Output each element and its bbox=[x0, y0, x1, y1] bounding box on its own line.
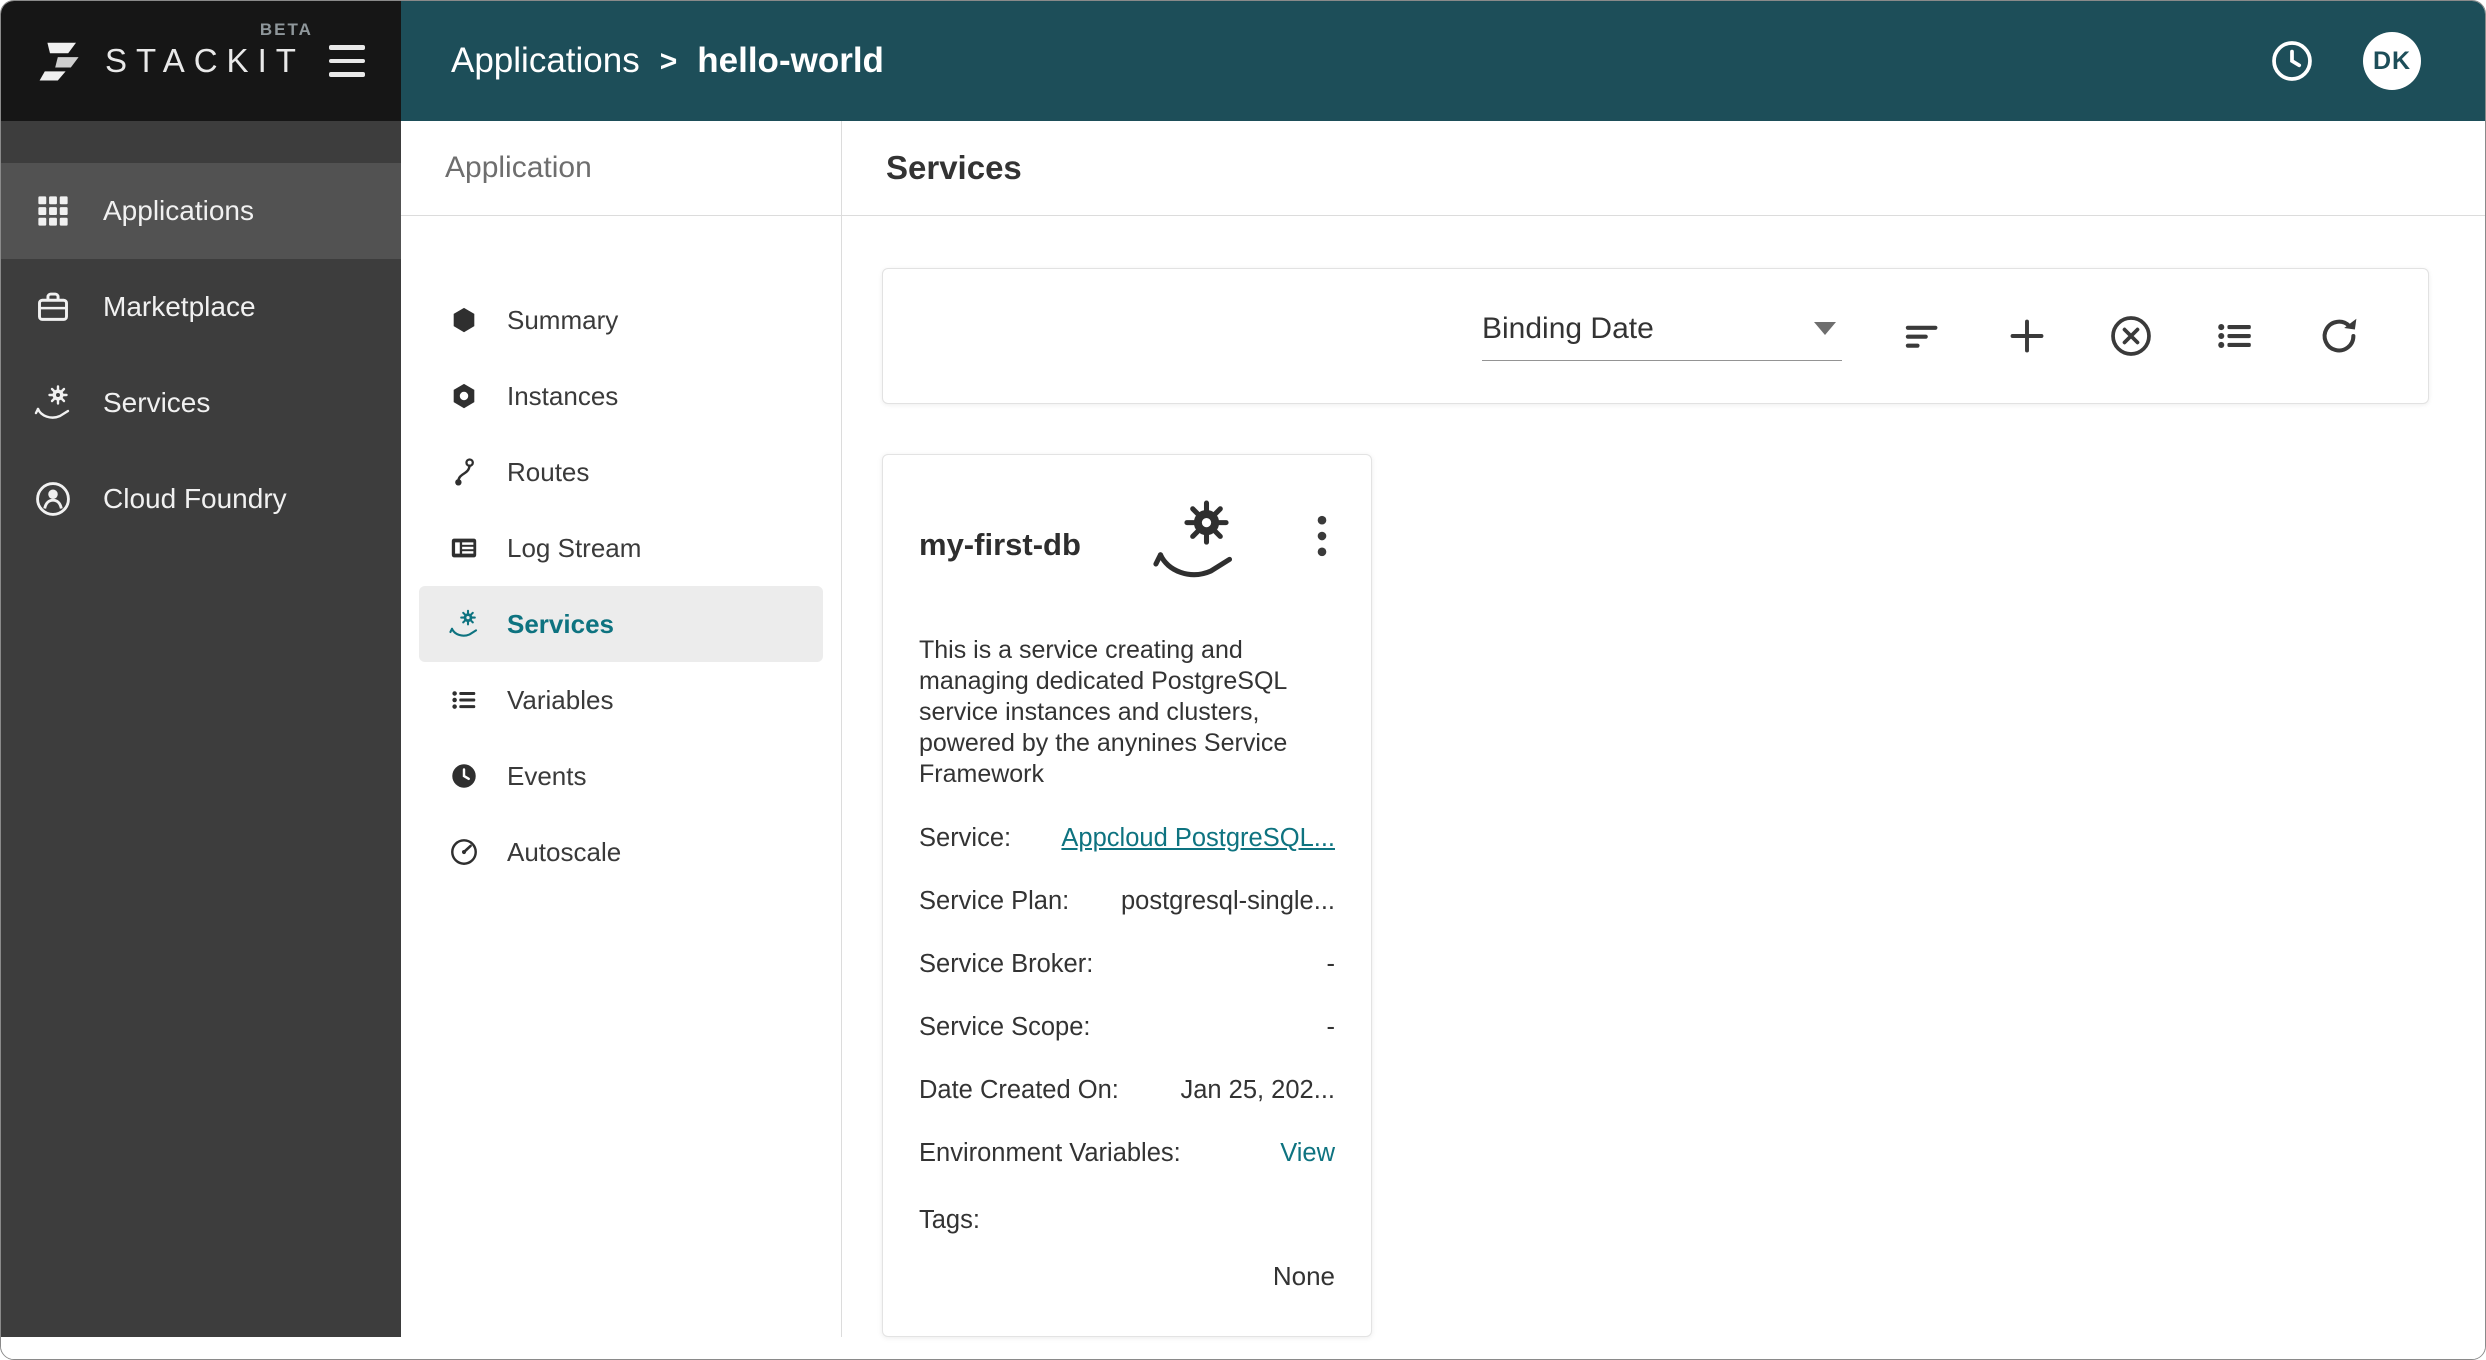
field-value: - bbox=[1326, 1013, 1336, 1041]
field-row-service-scope: Service Scope: - bbox=[919, 1013, 1335, 1042]
list-view-icon[interactable] bbox=[2212, 313, 2258, 359]
cloud-foundry-icon bbox=[33, 480, 73, 518]
field-label: Tags: bbox=[919, 1206, 980, 1234]
field-row-service: Service: Appcloud PostgreSQL... bbox=[919, 824, 1335, 853]
breadcrumb-current: hello-world bbox=[697, 41, 884, 80]
sidebar-item-label: Applications bbox=[103, 195, 254, 226]
breadcrumb-section[interactable]: Applications bbox=[451, 41, 640, 81]
field-row-tags: Tags: None bbox=[919, 1206, 1335, 1292]
subnav-item-label: Variables bbox=[507, 684, 614, 715]
field-label: Service Plan: bbox=[919, 887, 1070, 915]
chevron-right-icon: > bbox=[659, 45, 678, 78]
sidebar-item-label: Cloud Foundry bbox=[103, 483, 287, 514]
sidebar-item-marketplace[interactable]: Marketplace bbox=[1, 259, 401, 355]
subnav-item-label: Autoscale bbox=[507, 836, 622, 867]
view-env-variables-link[interactable]: View bbox=[1280, 1139, 1335, 1168]
sidebar-item-applications[interactable]: Applications bbox=[1, 163, 401, 259]
service-offering-link[interactable]: Appcloud PostgreSQL... bbox=[1061, 824, 1335, 853]
subnav-item-label: Services bbox=[507, 608, 614, 639]
sort-by-select[interactable]: Binding Date bbox=[1482, 312, 1842, 361]
route-icon bbox=[447, 457, 481, 487]
history-clock-icon[interactable] bbox=[2269, 38, 2315, 84]
subnav-item-label: Instances bbox=[507, 380, 619, 411]
sort-lines-icon[interactable] bbox=[1900, 313, 1946, 359]
main-panel: Services Binding Date my-first-db This i… bbox=[842, 121, 2485, 1337]
subnav-item-events[interactable]: Events bbox=[419, 738, 823, 814]
chevron-down-icon bbox=[1814, 322, 1836, 335]
field-row-date-created: Date Created On: Jan 25, 202... bbox=[919, 1076, 1335, 1105]
subnav-item-label: Routes bbox=[507, 456, 590, 487]
app-window: STACKIT BETA Applications > hello-world bbox=[0, 0, 2486, 1360]
subnav-item-label: Log Stream bbox=[507, 532, 642, 563]
hexagon-dot-icon bbox=[447, 381, 481, 411]
brand-name: STACKIT bbox=[105, 42, 305, 79]
field-label: Service Scope: bbox=[919, 1013, 1091, 1041]
body-row: Applications Marketplace Services Cloud … bbox=[1, 121, 2485, 1359]
subnav-item-variables[interactable]: Variables bbox=[419, 662, 823, 738]
service-description: This is a service creating and managing … bbox=[919, 636, 1288, 788]
service-hand-gear-icon bbox=[447, 608, 481, 640]
subnav-item-instances[interactable]: Instances bbox=[419, 358, 823, 434]
stackit-logo-glyph-icon bbox=[37, 35, 89, 87]
field-label: Date Created On: bbox=[919, 1076, 1119, 1104]
service-card-my-first-db[interactable]: my-first-db This is a service creating a… bbox=[882, 454, 1372, 1337]
user-avatar[interactable]: DK bbox=[2363, 32, 2421, 90]
plus-icon[interactable] bbox=[2004, 313, 2050, 359]
top-bar: STACKIT BETA Applications > hello-world bbox=[1, 1, 2485, 121]
application-subnav: Application Summary Instances Routes Log… bbox=[401, 121, 842, 1337]
sidebar-item-label: Services bbox=[103, 387, 211, 418]
log-card-icon bbox=[447, 533, 481, 563]
subnav-item-routes[interactable]: Routes bbox=[419, 434, 823, 510]
list-bullets-icon bbox=[447, 685, 481, 715]
sidebar-item-services[interactable]: Services bbox=[1, 355, 401, 451]
field-value: postgresql-single... bbox=[1120, 887, 1335, 915]
page-title: Services bbox=[842, 121, 2485, 216]
clock-icon bbox=[447, 761, 481, 791]
service-hand-gear-icon bbox=[33, 383, 73, 423]
tags-value: None bbox=[1272, 1261, 1335, 1291]
sidebar-item-label: Marketplace bbox=[103, 291, 256, 322]
hexagon-icon bbox=[447, 305, 481, 335]
subnav-item-label: Summary bbox=[507, 304, 619, 335]
services-toolbar: Binding Date bbox=[882, 268, 2429, 404]
subnav-item-services[interactable]: Services bbox=[419, 586, 823, 662]
field-value: - bbox=[1326, 950, 1336, 978]
gauge-icon bbox=[447, 837, 481, 867]
brand-logo[interactable]: STACKIT BETA bbox=[37, 20, 311, 87]
field-label: Environment Variables: bbox=[919, 1139, 1181, 1167]
subnav-title: Application bbox=[401, 121, 841, 216]
marketplace-icon bbox=[33, 289, 73, 325]
kebab-menu-icon[interactable] bbox=[1309, 509, 1335, 563]
sidebar-item-cloud-foundry[interactable]: Cloud Foundry bbox=[1, 451, 401, 547]
hamburger-icon[interactable] bbox=[329, 45, 365, 77]
apps-grid-icon bbox=[33, 193, 73, 229]
service-hand-gear-icon bbox=[1149, 495, 1241, 587]
primary-sidebar: Applications Marketplace Services Cloud … bbox=[1, 121, 401, 1337]
field-label: Service Broker: bbox=[919, 950, 1094, 978]
logo-block: STACKIT BETA bbox=[1, 1, 401, 121]
field-value: Jan 25, 202... bbox=[1180, 1076, 1335, 1104]
field-label: Service: bbox=[919, 824, 1012, 852]
sort-by-selected-value: Binding Date bbox=[1482, 311, 1654, 345]
title-bar: Applications > hello-world DK bbox=[401, 1, 2485, 121]
subnav-item-log-stream[interactable]: Log Stream bbox=[419, 510, 823, 586]
service-card-title: my-first-db bbox=[919, 527, 1081, 562]
field-row-environment-variables: Environment Variables: View bbox=[919, 1139, 1335, 1168]
field-row-service-broker: Service Broker: - bbox=[919, 950, 1335, 979]
refresh-icon[interactable] bbox=[2316, 313, 2362, 359]
subnav-item-summary[interactable]: Summary bbox=[419, 282, 823, 358]
beta-badge: BETA bbox=[259, 20, 313, 39]
subnav-item-autoscale[interactable]: Autoscale bbox=[419, 814, 823, 890]
field-row-service-plan: Service Plan: postgresql-single... bbox=[919, 887, 1335, 916]
breadcrumb: Applications > hello-world bbox=[451, 41, 884, 81]
subnav-item-label: Events bbox=[507, 760, 587, 791]
circle-x-icon[interactable] bbox=[2108, 313, 2154, 359]
